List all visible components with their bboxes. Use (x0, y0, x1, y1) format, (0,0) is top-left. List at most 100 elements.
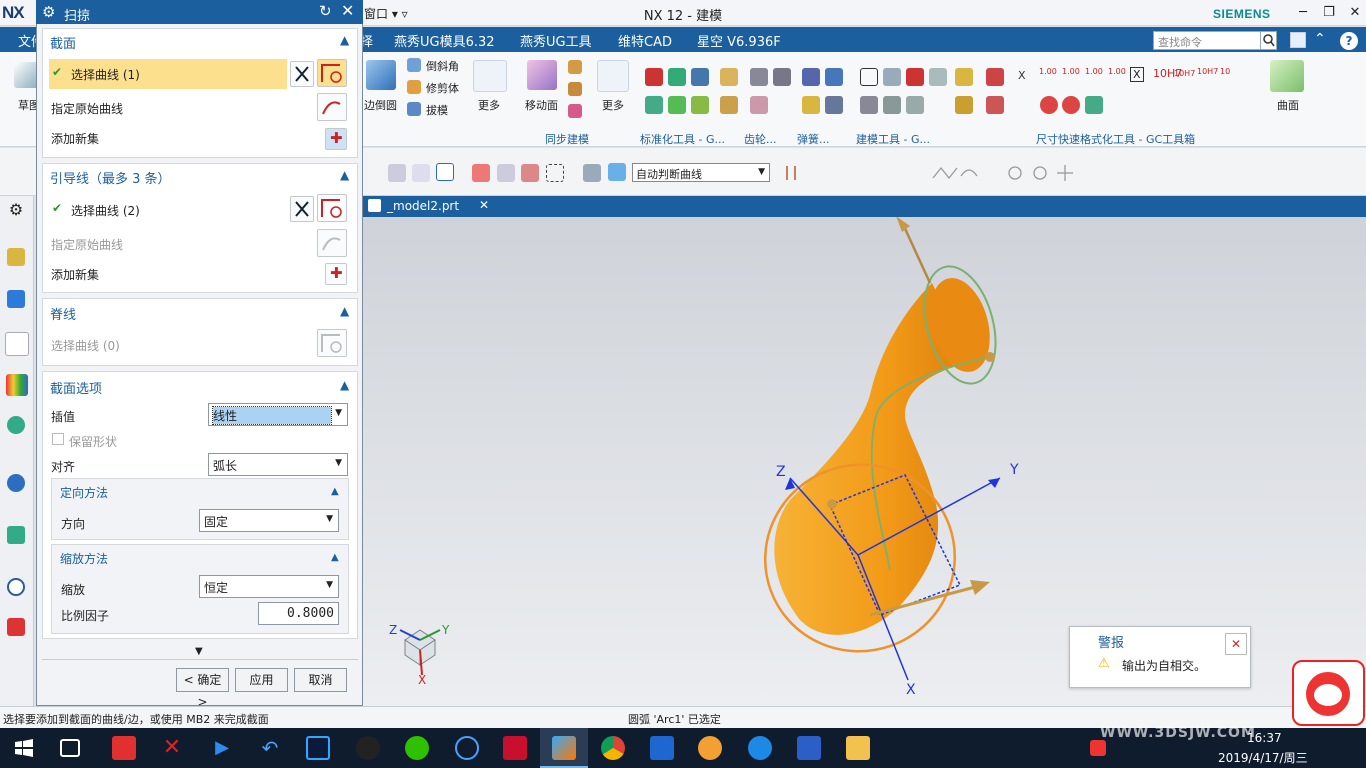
dim-tool-5-icon[interactable] (1085, 96, 1103, 114)
guide-header[interactable]: 引导线（最多 3 条） (50, 168, 171, 187)
windows-start-icon[interactable] (14, 739, 34, 757)
snap-point-toolbar[interactable] (783, 162, 1343, 184)
tol-3[interactable]: 1.00 (1085, 67, 1103, 76)
collapse-icon[interactable]: ▲ (340, 169, 352, 181)
spine-header[interactable]: 脊线 (50, 304, 76, 323)
std-tool-6-icon[interactable] (691, 96, 709, 114)
preserve-shape-checkbox[interactable] (52, 433, 64, 445)
taskbar-app-6-icon[interactable] (650, 736, 674, 760)
tol-7[interactable]: 10H7 (1197, 67, 1218, 76)
more-label-1[interactable]: 更多 (478, 97, 500, 113)
part-navigator-icon[interactable] (7, 248, 25, 266)
autocad-icon[interactable] (503, 736, 527, 760)
std-tool-1-icon[interactable] (645, 68, 663, 86)
options-header[interactable]: 截面选项 (50, 378, 102, 397)
more-sync-icon[interactable] (597, 60, 629, 92)
model-tool-6-icon[interactable] (883, 96, 901, 114)
chevron-up-icon[interactable]: ⌃ (1314, 31, 1326, 47)
std-tool-4-icon[interactable] (645, 96, 663, 114)
sync-tool-1-icon[interactable] (568, 60, 582, 74)
close-icon[interactable]: ✕ (1225, 633, 1247, 655)
constraint-navigator-icon[interactable] (5, 332, 29, 356)
collapse-icon[interactable]: ▲ (340, 34, 352, 46)
spring-tool-4-icon[interactable] (825, 96, 843, 114)
spring-tool-2-icon[interactable] (825, 68, 843, 86)
direction-handle-bottom[interactable] (970, 580, 990, 595)
model-tool-2-icon[interactable] (883, 68, 901, 86)
draft-icon[interactable] (407, 102, 421, 116)
selection-filter-select[interactable]: 自动判断曲线 ▼ (632, 163, 770, 182)
taskbar-app-3-icon[interactable]: ▶ (210, 736, 234, 760)
model-tool-7-icon[interactable] (906, 96, 924, 114)
group-spring[interactable]: 弹簧... (797, 131, 830, 147)
point-handle-1[interactable] (985, 352, 995, 362)
history-icon[interactable] (7, 416, 25, 434)
chamfer-icon[interactable] (407, 58, 421, 72)
tab-model2[interactable]: _model2.prt ✕ (363, 196, 493, 217)
window-layout-icon[interactable] (1290, 32, 1306, 48)
tol-1[interactable]: 1.00 (1039, 67, 1057, 76)
clock-date[interactable]: 2019/4/17/周三 (1218, 749, 1308, 766)
sync-tool-3-icon[interactable] (568, 104, 582, 118)
taskbar-app-2-icon[interactable]: ✕ (160, 736, 184, 760)
group-model-tools[interactable]: 建模工具 - G... (856, 131, 930, 147)
point-handle-2[interactable] (827, 499, 837, 509)
snap-6-icon[interactable] (583, 164, 601, 182)
move-face-label[interactable]: 移动面 (525, 97, 558, 113)
dim-tool-2-icon[interactable] (986, 96, 1004, 114)
move-face-icon[interactable] (527, 60, 557, 90)
info-icon[interactable] (7, 474, 25, 492)
alignment-select[interactable]: 弧长 ▼ (208, 453, 348, 476)
box-select-icon[interactable] (546, 164, 564, 182)
restore-button[interactable]: ❐ (1318, 4, 1340, 22)
group-sync-modeling[interactable]: 同步建模 (545, 131, 589, 147)
close-icon[interactable]: ✕ (479, 198, 489, 212)
more-label-2[interactable]: 更多 (602, 97, 624, 113)
std-tool-5-icon[interactable] (668, 96, 686, 114)
tol-x-2[interactable]: X (1130, 67, 1144, 82)
trim-body-icon[interactable] (407, 80, 421, 94)
taskbar-app-9-icon[interactable] (797, 736, 821, 760)
origin-curve-icon[interactable] (317, 93, 347, 121)
group-std-tools[interactable]: 标准化工具 - G... (640, 131, 725, 147)
gear-icon[interactable]: ⚙ (7, 201, 25, 219)
more-features-icon[interactable] (473, 60, 507, 92)
menu-xingkong[interactable]: 星空 V6.936F (697, 31, 781, 50)
clock-icon[interactable] (7, 578, 25, 596)
chrome-icon[interactable] (601, 736, 625, 760)
model-tool-5-icon[interactable] (860, 96, 878, 114)
file-explorer-icon[interactable] (846, 736, 870, 760)
tol-6[interactable]: 10H7 (1174, 69, 1195, 78)
cancel-button[interactable]: 取消 (294, 668, 347, 692)
clock-time[interactable]: 16:37 (1247, 731, 1282, 745)
interpolation-select[interactable]: 线性 ▼ (208, 403, 348, 426)
section-header[interactable]: 截面 (50, 33, 76, 52)
std-tool-2-icon[interactable] (668, 68, 686, 86)
gear-icon[interactable]: ⚙ (42, 3, 55, 21)
photoshop-icon[interactable] (306, 736, 330, 760)
snap-5-icon[interactable] (521, 164, 539, 182)
trim-body-label[interactable]: 修剪体 (426, 80, 459, 96)
snap-2-icon[interactable] (412, 164, 430, 182)
snap-7-icon[interactable] (608, 163, 626, 181)
dim-tool-1-icon[interactable] (986, 68, 1004, 86)
taskbar-app-7-icon[interactable] (698, 736, 722, 760)
scale-select[interactable]: 恒定 ▼ (199, 575, 339, 598)
triangle-tool-icon[interactable] (860, 68, 878, 86)
scale-factor-input[interactable]: 0.8000 (258, 602, 339, 625)
close-button[interactable]: ✕ (1344, 4, 1366, 22)
group-gear[interactable]: 齿轮... (744, 131, 777, 147)
gear-tool-1-icon[interactable] (750, 68, 768, 86)
tol-4[interactable]: 1.00 (1108, 67, 1126, 76)
tol-x-1[interactable]: X (1018, 69, 1026, 82)
minimize-button[interactable]: ─ (1292, 4, 1314, 22)
command-search-input[interactable]: 查找命令 (1153, 31, 1277, 50)
draft-label[interactable]: 拔模 (426, 102, 448, 118)
web-browser-icon[interactable] (7, 526, 25, 544)
collapse-icon[interactable]: ▲ (331, 486, 343, 498)
taskbar-app-4-icon[interactable]: ↶ (258, 736, 282, 760)
std-tool-8-icon[interactable] (720, 96, 738, 114)
add-set-icon[interactable]: ✚ (325, 128, 347, 150)
orientation-header[interactable]: 定向方法 (60, 484, 108, 501)
group-dim-tools[interactable]: 尺寸快速格式化工具 - GC工具箱 (1036, 131, 1195, 147)
